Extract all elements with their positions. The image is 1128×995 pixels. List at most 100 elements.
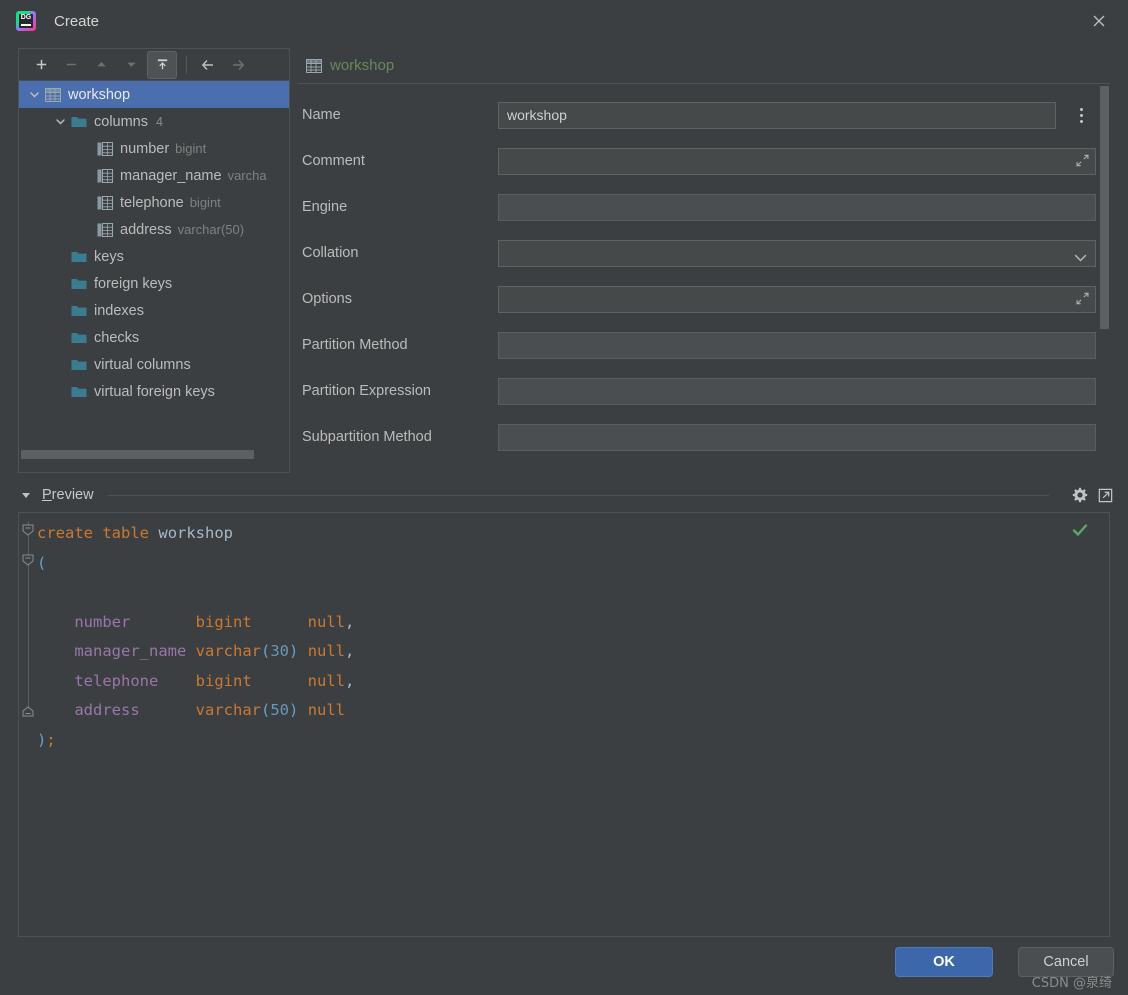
- code-token: null: [307, 612, 345, 631]
- expand-editor-icon[interactable]: [1075, 153, 1090, 171]
- form-row-collation: Collation: [298, 230, 1110, 276]
- folder-icon: [69, 304, 89, 317]
- ok-button[interactable]: OK: [895, 947, 993, 977]
- move-up-button[interactable]: [87, 52, 115, 78]
- fold-marker-1[interactable]: [21, 523, 35, 537]
- back-button[interactable]: [194, 52, 222, 78]
- code-line: telephone bigint null,: [37, 667, 1085, 697]
- triangle-down-icon: [22, 493, 30, 498]
- field-input-name[interactable]: workshop: [498, 101, 1056, 129]
- more-options-icon[interactable]: [1068, 102, 1094, 128]
- tree-node-checks[interactable]: checks: [19, 324, 289, 351]
- code-token: table: [102, 524, 150, 542]
- chevron-down-icon[interactable]: [29, 89, 40, 100]
- fold-end-marker[interactable]: [21, 705, 35, 719]
- tree-node-virtual-columns[interactable]: virtual columns: [19, 351, 289, 378]
- code-token: varchar: [195, 642, 261, 660]
- preview-label-mnemonic: P: [42, 487, 52, 503]
- tree-node-label: virtual foreign keys: [94, 383, 215, 400]
- cancel-button[interactable]: Cancel: [1018, 947, 1114, 977]
- push-up-icon: [157, 59, 167, 70]
- expand-editor-icon[interactable]: [1075, 291, 1090, 309]
- tree-node-label: virtual columns: [94, 356, 191, 373]
- preview-collapse-toggle[interactable]: [20, 489, 32, 501]
- move-down-button[interactable]: [117, 52, 145, 78]
- sql-code-content[interactable]: create table workshop ( number bigint nul…: [37, 519, 1085, 755]
- fold-marker-2[interactable]: [21, 553, 35, 567]
- folder-icon: [71, 117, 87, 127]
- column-icon: [95, 222, 115, 237]
- preview-label: Preview: [42, 487, 94, 503]
- forward-button[interactable]: [224, 52, 252, 78]
- tree-node-number[interactable]: number bigint: [19, 135, 289, 162]
- tree-node-keys[interactable]: keys: [19, 243, 289, 270]
- code-token: ,: [344, 612, 355, 631]
- chevron-down-icon[interactable]: [1074, 250, 1087, 266]
- preview-section-header: Preview: [0, 480, 1128, 510]
- add-button[interactable]: [27, 52, 55, 78]
- tree-node-indexes[interactable]: indexes: [19, 297, 289, 324]
- form-vscroll-thumb[interactable]: [1100, 86, 1109, 329]
- object-tree-panel: workshop columns 4 number bigint manager_name…: [18, 48, 290, 473]
- field-input-collation[interactable]: [498, 239, 1096, 267]
- tree-node-datatype: bigint: [175, 141, 207, 156]
- tree-horizontal-scrollbar[interactable]: [19, 448, 289, 461]
- tree-node-label: keys: [94, 248, 124, 265]
- close-button[interactable]: [1070, 0, 1128, 42]
- form-row-partition-expression: Partition Expression: [298, 368, 1110, 414]
- column-icon: [97, 222, 113, 237]
- form-vertical-scrollbar[interactable]: [1098, 86, 1110, 472]
- column-icon: [97, 168, 113, 183]
- tree-body[interactable]: workshop columns 4 number bigint manager_name…: [19, 81, 289, 461]
- code-token: (: [37, 553, 47, 572]
- field-label-subpartition-method: Subpartition Method: [302, 429, 432, 445]
- chevron-down-icon[interactable]: [55, 116, 66, 127]
- form-row-options: Options: [298, 276, 1110, 322]
- code-token: manager_name: [74, 642, 187, 660]
- tree-node-columns[interactable]: columns 4: [19, 108, 289, 135]
- field-label-partition-expression: Partition Expression: [302, 383, 431, 399]
- tree-hscroll-thumb[interactable]: [21, 450, 254, 459]
- tree-node-telephone[interactable]: telephone bigint: [19, 189, 289, 216]
- tree-node-label: telephone: [120, 194, 184, 211]
- tree-node-manager_name[interactable]: manager_name varcha: [19, 162, 289, 189]
- tree-node-virtual-foreign-keys[interactable]: virtual foreign keys: [19, 378, 289, 405]
- inspection-status[interactable]: [1071, 521, 1089, 542]
- tree-node-foreign-keys[interactable]: foreign keys: [19, 270, 289, 297]
- tree-expand-toggle[interactable]: [25, 89, 43, 100]
- editor-gutter[interactable]: [19, 513, 37, 936]
- tree-node-label: columns: [94, 113, 148, 130]
- code-token: 50: [270, 701, 289, 719]
- code-line: manager_name varchar(30) null,: [37, 637, 1085, 667]
- expand-button[interactable]: [147, 50, 177, 79]
- code-token: ): [37, 730, 47, 749]
- folder-icon: [69, 358, 89, 371]
- field-input-comment[interactable]: [498, 147, 1096, 175]
- remove-button[interactable]: [57, 52, 85, 78]
- preview-popout-button[interactable]: [1097, 487, 1114, 504]
- code-token: create: [37, 524, 93, 542]
- folder-icon: [69, 385, 89, 398]
- tree-node-address[interactable]: address varchar(50): [19, 216, 289, 243]
- form-header: workshop: [298, 48, 1110, 84]
- tree-node-workshop[interactable]: workshop: [19, 81, 289, 108]
- field-input-options[interactable]: [498, 285, 1096, 313]
- tree-node-label: checks: [94, 329, 140, 346]
- code-token: null: [307, 701, 346, 719]
- code-token: bigint: [195, 612, 252, 631]
- editor-vertical-scrollbar[interactable]: [1097, 513, 1109, 936]
- form-rows: Name workshop Comment Engine Collation Option…: [298, 84, 1110, 460]
- tree-expand-toggle[interactable]: [51, 116, 69, 127]
- arrow-down-icon: [126, 62, 136, 67]
- sql-preview-editor[interactable]: create table workshop ( number bigint nul…: [18, 512, 1110, 937]
- preview-settings-button[interactable]: [1071, 486, 1089, 504]
- code-token: bigint: [195, 671, 252, 690]
